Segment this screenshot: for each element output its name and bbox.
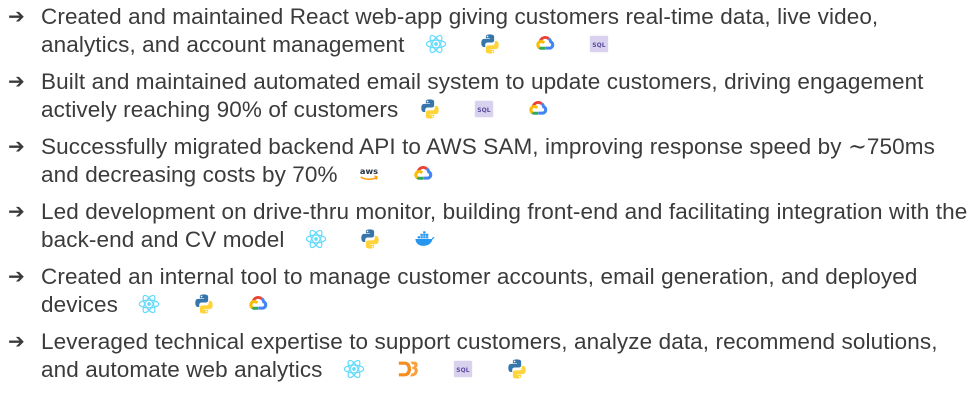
list-item: ➔ Built and maintained automated email s… [8,68,970,124]
bullet-text-start: Successfully migrated backend API to AWS… [41,134,848,159]
arrow-icon: ➔ [8,201,25,223]
bullet-list: ➔ Created and maintained React web-app g… [8,3,970,393]
list-item: ➔ Led development on drive-thru monitor,… [8,198,970,254]
python-icon [479,33,501,55]
google-cloud-icon [534,33,556,55]
list-item: ➔ Created and maintained React web-app g… [8,3,970,59]
react-icon [138,293,160,315]
python-icon [419,98,441,120]
sql-icon: SQL [452,358,474,380]
python-icon [193,293,215,315]
sql-icon: SQL [588,33,610,55]
google-cloud-icon [247,293,269,315]
sql-icon: SQL [473,98,495,120]
tech-icons [291,227,436,252]
python-icon [506,358,528,380]
list-item: ➔ Successfully migrated backend API to A… [8,133,970,189]
tech-icons: SQL [405,97,550,122]
sql-icon-label: SQL [592,42,606,49]
tech-icons: SQL [329,357,528,382]
react-icon [425,33,447,55]
google-cloud-icon [412,163,434,185]
bullet-text: Led development on drive-thru monitor, b… [41,199,968,252]
tech-icons: SQL [411,32,610,57]
sql-icon-label: SQL [456,367,470,374]
react-icon [343,358,365,380]
list-item: ➔ Created an internal tool to manage cus… [8,263,970,319]
tech-icons [124,292,269,317]
python-icon [359,228,381,250]
arrow-icon: ➔ [8,266,25,288]
d3-icon [397,358,419,380]
tilde-symbol: ∼ [847,134,867,160]
aws-icon-label: aws [360,166,378,176]
sql-icon-label: SQL [477,107,491,114]
arrow-icon: ➔ [8,136,25,158]
arrow-icon: ➔ [8,331,25,353]
tech-icons: aws [344,162,434,187]
list-item: ➔ Leveraged technical expertise to suppo… [8,328,970,384]
arrow-icon: ➔ [8,6,25,28]
arrow-icon: ➔ [8,71,25,93]
google-cloud-icon [527,98,549,120]
docker-icon [414,228,436,250]
react-icon [305,228,327,250]
aws-icon: aws [358,163,380,185]
